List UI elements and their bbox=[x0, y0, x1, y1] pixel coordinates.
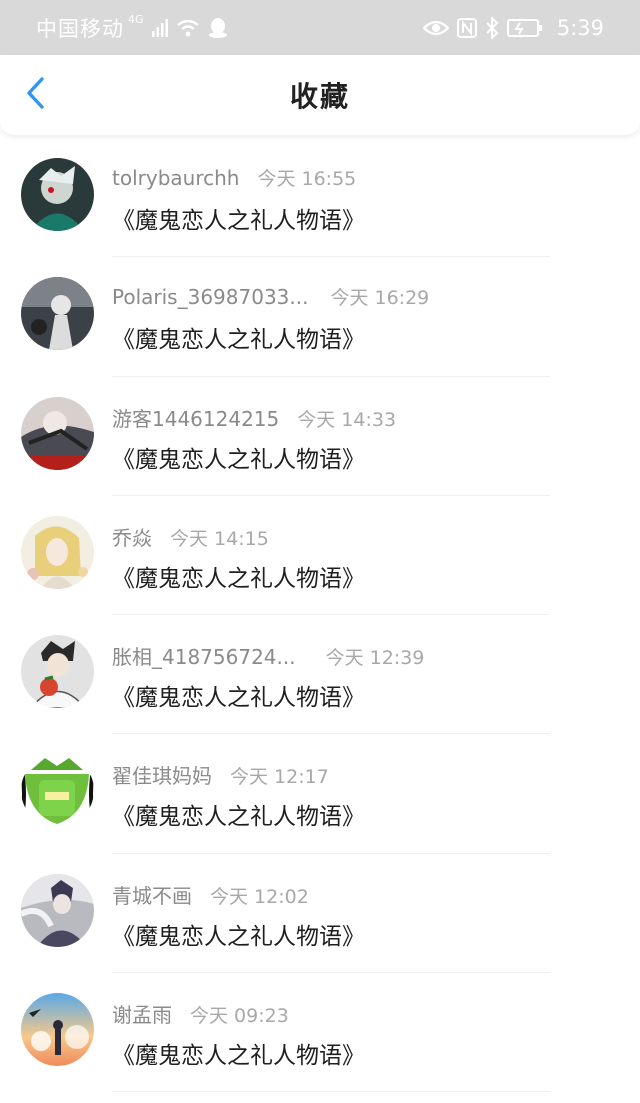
username[interactable]: 胀相_418756724... bbox=[112, 641, 296, 670]
avatar[interactable] bbox=[21, 277, 94, 351]
timestamp: 今天 16:55 bbox=[257, 168, 357, 190]
list-item[interactable]: tolrybaurchh 今天 16:55 《魔鬼恋人之礼人物语》 bbox=[0, 138, 640, 258]
avatar[interactable] bbox=[21, 158, 94, 231]
username[interactable]: Polaris_36987033... bbox=[112, 285, 308, 309]
avatar[interactable] bbox=[21, 993, 94, 1067]
list-item[interactable]: 胀相_418756724... 今天 12:39 《魔鬼恋人之礼人物语》 bbox=[0, 615, 640, 735]
nfc-icon bbox=[456, 17, 477, 38]
username[interactable]: 乔焱 bbox=[112, 522, 152, 551]
book-title[interactable]: 《魔鬼恋人之礼人物语》 bbox=[112, 678, 365, 712]
battery-icon bbox=[506, 18, 543, 38]
book-title[interactable]: 《魔鬼恋人之礼人物语》 bbox=[112, 917, 365, 951]
avatar[interactable] bbox=[21, 873, 94, 947]
timestamp: 今天 12:02 bbox=[210, 885, 309, 908]
avatar[interactable] bbox=[21, 515, 94, 589]
list-item[interactable]: 青城不画 今天 12:02 《魔鬼恋人之礼人物语》 bbox=[0, 854, 640, 974]
list-item[interactable]: 谢孟雨 今天 09:23 《魔鬼恋人之礼人物语》 bbox=[0, 973, 640, 1093]
username[interactable]: 翟佳琪妈妈 bbox=[112, 760, 212, 789]
timestamp: 今天 12:17 bbox=[230, 766, 329, 789]
list-item[interactable]: 游客1446124215 今天 14:33 《魔鬼恋人之礼人物语》 bbox=[0, 377, 640, 496]
back-button[interactable] bbox=[18, 77, 54, 113]
carrier-label: 中国移动 bbox=[36, 16, 124, 41]
nav-header: 收藏 bbox=[0, 55, 640, 135]
eye-icon bbox=[422, 19, 449, 37]
favorites-list: tolrybaurchh 今天 16:55 《魔鬼恋人之礼人物语》 Polari… bbox=[0, 138, 640, 1093]
username[interactable]: 谢孟雨 bbox=[112, 999, 172, 1028]
book-title[interactable]: 《魔鬼恋人之礼人物语》 bbox=[112, 559, 365, 593]
timestamp: 今天 16:29 bbox=[330, 287, 430, 310]
avatar[interactable] bbox=[21, 635, 94, 709]
chevron-left-icon bbox=[25, 76, 47, 114]
signal-icon bbox=[151, 18, 168, 37]
username[interactable]: 青城不画 bbox=[112, 880, 192, 909]
timestamp: 今天 14:15 bbox=[170, 527, 269, 550]
qq-icon bbox=[208, 17, 228, 39]
username[interactable]: 游客1446124215 bbox=[112, 403, 279, 432]
book-title[interactable]: 《魔鬼恋人之礼人物语》 bbox=[112, 201, 365, 235]
book-title[interactable]: 《魔鬼恋人之礼人物语》 bbox=[112, 797, 365, 831]
page-title: 收藏 bbox=[289, 80, 350, 113]
list-item[interactable]: 翟佳琪妈妈 今天 12:17 《魔鬼恋人之礼人物语》 bbox=[0, 734, 640, 854]
divider bbox=[112, 1091, 550, 1093]
clock: 5:39 bbox=[556, 15, 604, 40]
bluetooth-icon bbox=[485, 16, 499, 39]
book-title[interactable]: 《魔鬼恋人之礼人物语》 bbox=[112, 440, 365, 474]
book-title[interactable]: 《魔鬼恋人之礼人物语》 bbox=[112, 320, 365, 354]
avatar[interactable] bbox=[21, 396, 94, 470]
network-type: 4G bbox=[128, 13, 144, 26]
wifi-icon bbox=[176, 19, 200, 37]
timestamp: 今天 14:33 bbox=[297, 408, 397, 431]
timestamp: 今天 09:23 bbox=[190, 1005, 289, 1028]
list-item[interactable]: Polaris_36987033... 今天 16:29 《魔鬼恋人之礼人物语》 bbox=[0, 257, 640, 377]
book-title[interactable]: 《魔鬼恋人之礼人物语》 bbox=[112, 1036, 365, 1070]
avatar[interactable] bbox=[21, 754, 94, 828]
list-item[interactable]: 乔焱 今天 14:15 《魔鬼恋人之礼人物语》 bbox=[0, 496, 640, 616]
username[interactable]: tolrybaurchh bbox=[112, 166, 239, 190]
status-bar: 中国移动 4G 5:39 bbox=[0, 0, 640, 55]
timestamp: 今天 12:39 bbox=[325, 647, 425, 670]
